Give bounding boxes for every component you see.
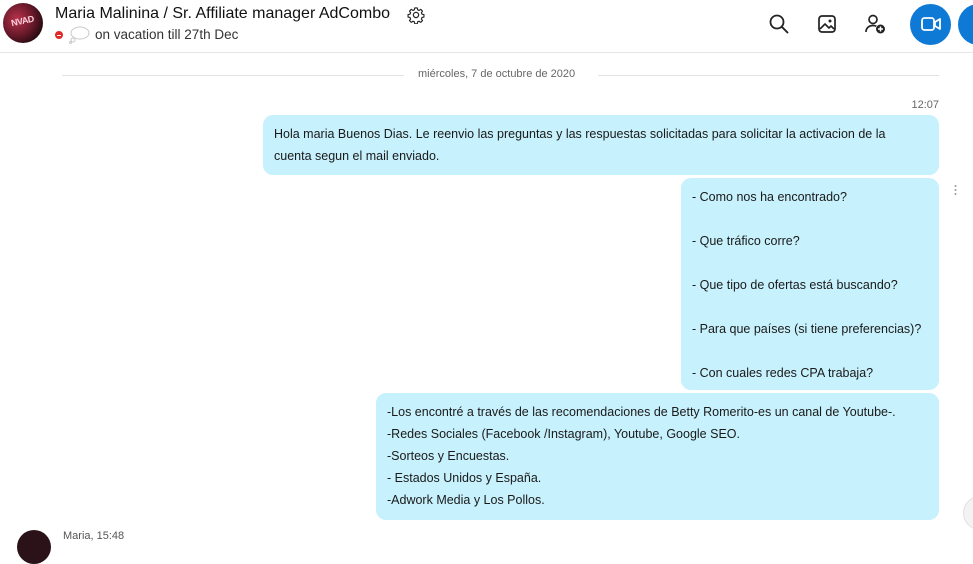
contact-title[interactable]: Maria Malinina / Sr. Affiliate manager A… <box>55 5 390 23</box>
message-line: -Sorteos y Encuestas. <box>387 449 510 463</box>
video-call-button[interactable] <box>910 4 951 45</box>
avatar-logo-text: NVAD <box>10 13 35 29</box>
divider-line-left <box>62 75 404 76</box>
do-not-disturb-status-icon <box>55 31 63 39</box>
message-line: - Como nos ha encontrado? <box>692 190 847 204</box>
search-icon[interactable] <box>768 13 790 35</box>
message-bubble[interactable]: - Como nos ha encontrado? - Que tráfico … <box>681 178 939 390</box>
message-line: - Que tráfico corre? <box>692 234 800 248</box>
contact-avatar[interactable]: NVAD <box>3 3 43 43</box>
divider-line-right <box>598 75 939 76</box>
sender-avatar[interactable] <box>17 530 51 564</box>
conversation-header: NVAD Maria Malinina / Sr. Affiliate mana… <box>0 0 973 53</box>
message-line: -Adwork Media y Los Pollos. <box>387 493 545 507</box>
message-line: -Redes Sociales (Facebook /Instagram), Y… <box>387 427 740 441</box>
audio-call-button[interactable] <box>958 4 973 45</box>
add-person-icon[interactable] <box>864 13 886 35</box>
message-line: - Con cuales redes CPA trabaja? <box>692 366 874 380</box>
message-line: cuenta segun el mail enviado. <box>274 149 440 163</box>
message-line: - Que tipo de ofertas está buscando? <box>692 278 898 292</box>
message-line: Hola maria Buenos Dias. Le reenvio las p… <box>274 127 886 141</box>
mood-message: on vacation till 27th Dec <box>95 27 239 42</box>
message-bubble[interactable]: -Los encontré a través de las recomendac… <box>376 393 939 520</box>
gear-icon[interactable] <box>407 6 425 24</box>
gallery-icon[interactable] <box>816 13 838 35</box>
date-divider-text: miércoles, 7 de octubre de 2020 <box>418 68 576 80</box>
scroll-to-bottom-button[interactable] <box>963 496 973 530</box>
message-line: - Para que países (si tiene preferencias… <box>692 322 922 336</box>
video-camera-icon <box>921 17 941 31</box>
sender-name-time: Maria, 15:48 <box>63 530 125 542</box>
message-line: -Los encontré a través de las recomendac… <box>387 405 896 419</box>
message-line: - Estados Unidos y España. <box>387 471 542 485</box>
message-bubble[interactable]: Hola maria Buenos Dias. Le reenvio las p… <box>263 115 939 175</box>
message-timestamp: 12:07 <box>911 99 939 111</box>
more-options-icon[interactable] <box>954 184 957 196</box>
thought-bubble-icon <box>69 26 90 44</box>
